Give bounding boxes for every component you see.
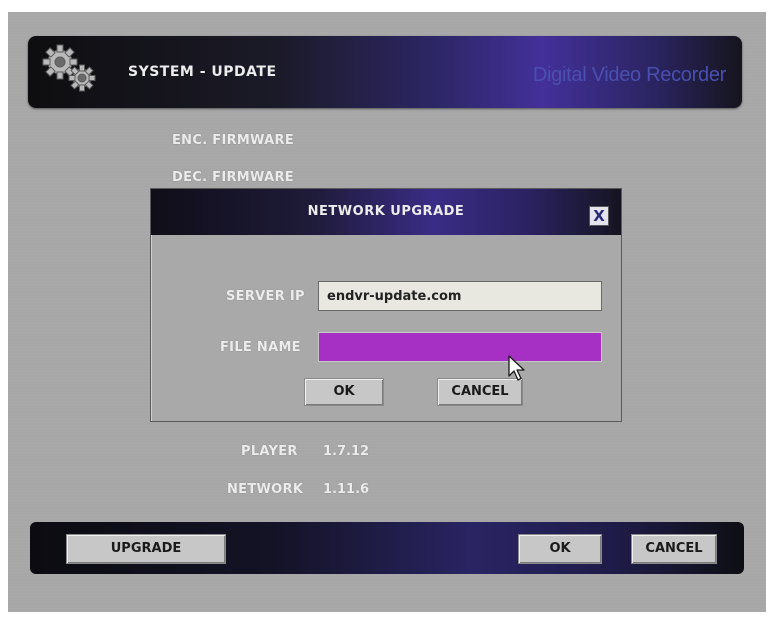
brand-text: Digital Video Recorder (532, 64, 726, 86)
network-label: NETWORK (227, 482, 304, 497)
page-title: SYSTEM - UPDATE (128, 64, 277, 80)
mouse-pointer-icon (508, 355, 525, 381)
dialog-title: NETWORK UPGRADE (307, 204, 465, 219)
footer-ok-button[interactable]: OK (518, 534, 602, 564)
player-version: 1.7.12 (323, 444, 370, 459)
close-button[interactable]: X (589, 206, 609, 226)
network-version: 1.11.6 (323, 482, 370, 497)
dec-firmware-label: DEC. FIRMWARE (172, 170, 294, 185)
player-label: PLAYER (241, 444, 298, 459)
server-ip-input[interactable]: endvr-update.com (318, 281, 602, 311)
upgrade-button[interactable]: UPGRADE (66, 534, 226, 564)
file-name-label: FILE NAME (220, 340, 301, 355)
footer-bar: UPGRADE OK CANCEL (30, 522, 744, 574)
dialog-ok-button[interactable]: OK (304, 378, 384, 406)
server-ip-value: endvr-update.com (327, 289, 462, 304)
enc-firmware-label: ENC. FIRMWARE (172, 133, 295, 148)
footer-cancel-button[interactable]: CANCEL (631, 534, 717, 564)
server-ip-label: SERVER IP (226, 289, 305, 304)
header-bar: SYSTEM - UPDATE Digital Video Recorder (28, 36, 742, 108)
dialog-header: NETWORK UPGRADE X (151, 189, 621, 235)
file-name-input[interactable] (318, 332, 602, 362)
gear-icon (42, 44, 96, 92)
